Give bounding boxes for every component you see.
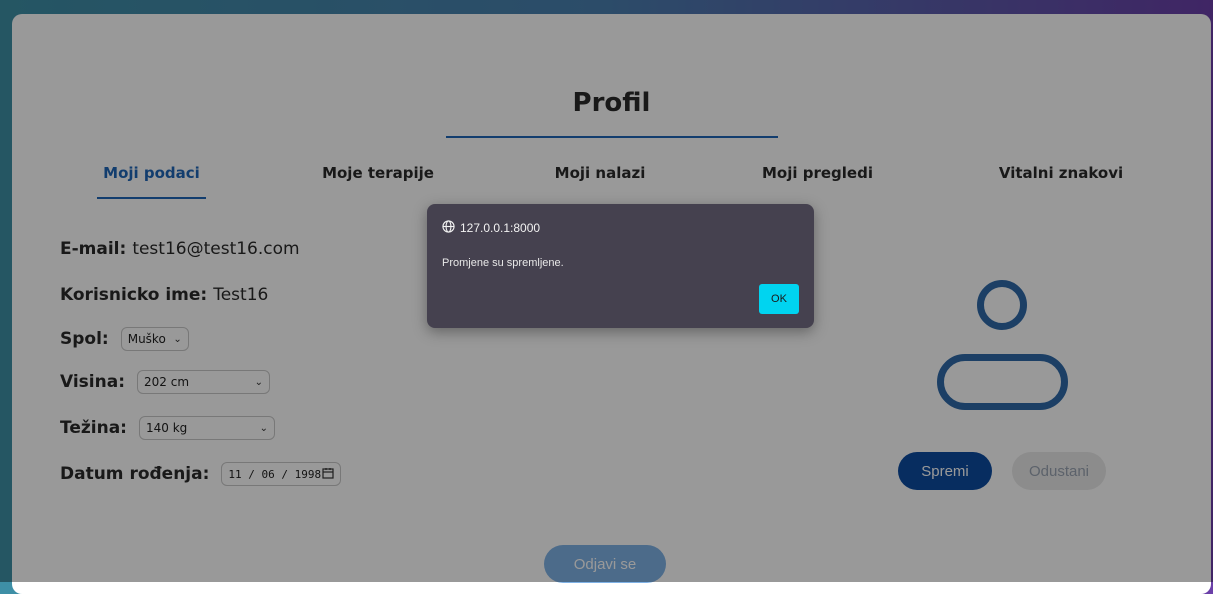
dialog-ok-button[interactable]: OK [759,284,799,314]
dialog-origin-text: 127.0.0.1:8000 [460,221,541,235]
dialog-message: Promjene su spremljene. [442,257,564,269]
globe-icon [442,220,460,236]
alert-dialog: 127.0.0.1:8000 Promjene su spremljene. O… [427,204,814,328]
dialog-origin: 127.0.0.1:8000 [442,220,540,236]
